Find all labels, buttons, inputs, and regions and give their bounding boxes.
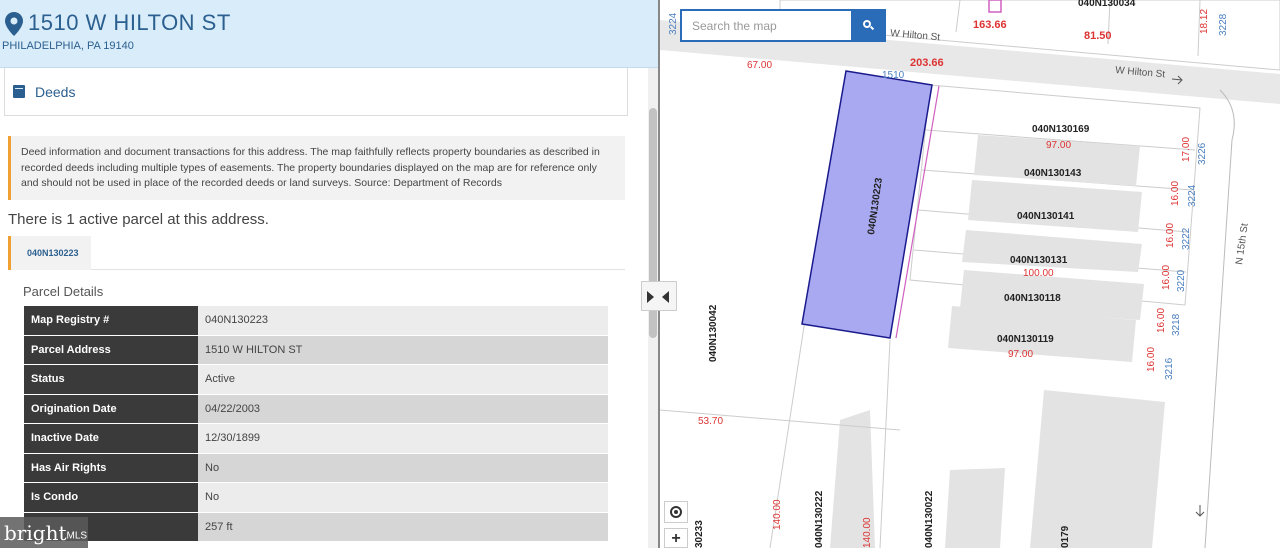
house-number: 3220 xyxy=(1176,269,1187,292)
arrow-right-icon xyxy=(647,291,654,303)
map-label-parcel: 040N130169 xyxy=(1032,124,1090,135)
map-label-parcel: 040N130141 xyxy=(1017,211,1075,222)
map-dimension: 67.00 xyxy=(747,60,772,71)
detail-row: Is Condo No xyxy=(24,483,608,512)
map-dimension: 16.00 xyxy=(1165,223,1176,248)
map-dimension: 140.00 xyxy=(772,499,783,530)
map-canvas[interactable]: 040N130223 040N130169 040N130143 040N130… xyxy=(660,0,1280,548)
arrow-down-icon xyxy=(1195,505,1205,517)
house-number: 3218 xyxy=(1171,313,1182,336)
map-label-parcel: 040N130042 xyxy=(708,304,719,362)
map-dimension: 140.00 xyxy=(862,517,873,548)
detail-key: Status xyxy=(24,365,198,394)
arrow-left-icon xyxy=(662,291,669,303)
map-label-parcel: 040N130034 xyxy=(1078,0,1136,9)
detail-row: Has Air Rights No xyxy=(24,453,608,482)
street-edge-15th xyxy=(1204,89,1235,548)
parcel-map[interactable]: 040N130223 040N130169 040N130143 040N130… xyxy=(660,0,1280,548)
detail-key: Is Condo xyxy=(24,483,198,512)
building xyxy=(968,180,1142,232)
detail-key: Parcel Address xyxy=(24,335,198,364)
deeds-label: Deeds xyxy=(35,84,76,100)
deed-info-notice: Deed information and document transactio… xyxy=(8,136,625,200)
parcel-details-table: Map Registry #040N130223 Parcel Address 15… xyxy=(24,305,608,542)
detail-key: Inactive Date xyxy=(24,424,198,453)
detail-key: Has Air Rights xyxy=(24,453,198,482)
address-title: 1510 W HILTON ST xyxy=(28,10,231,35)
map-dimension: 97.00 xyxy=(1046,140,1071,151)
map-dimension: 16.00 xyxy=(1146,347,1157,372)
detail-row: 257 ft xyxy=(24,512,608,541)
zoom-in-button[interactable]: + xyxy=(664,528,688,548)
building xyxy=(945,468,1005,548)
map-label-parcel: 040N130131 xyxy=(1010,255,1068,266)
street-label: N 15th St xyxy=(1234,222,1251,265)
map-label-parcel: 30233 xyxy=(694,520,705,548)
parcel-tabs: 040N130223 xyxy=(8,236,625,270)
watermark-suffix: MLS xyxy=(66,530,88,542)
detail-value: 04/22/2003 xyxy=(198,394,608,423)
search-button[interactable] xyxy=(851,11,884,40)
map-dimension: 97.00 xyxy=(1008,349,1033,360)
deeds-section-header[interactable]: Deeds xyxy=(4,68,628,116)
detail-value: 12/30/1899 xyxy=(198,424,608,453)
house-number: 3224 xyxy=(668,12,679,35)
address-header: 1510 W HILTON ST PHILADELPHIA, PA 19140 xyxy=(0,0,658,68)
house-number: 3224 xyxy=(1187,184,1198,207)
property-panel: 1510 W HILTON ST PHILADELPHIA, PA 19140 … xyxy=(0,0,658,548)
detail-key: Map Registry # xyxy=(24,306,198,335)
brightmls-watermark: brightMLS xyxy=(0,517,88,548)
map-pin-icon xyxy=(5,12,23,36)
map-label-parcel: 040N130119 xyxy=(997,334,1054,345)
detail-value: 040N130223 xyxy=(198,306,608,335)
map-dimension: 16.00 xyxy=(1156,308,1167,333)
map-label-parcel: 040N130022 xyxy=(924,490,935,548)
watermark-brand: bright xyxy=(4,521,67,545)
detail-value: 257 ft xyxy=(198,512,608,541)
detail-row: Status Active xyxy=(24,365,608,394)
selected-parcel[interactable] xyxy=(801,70,933,339)
map-dimension: 163.66 xyxy=(973,19,1007,31)
detail-value: No xyxy=(198,483,608,512)
search-input[interactable] xyxy=(682,11,851,40)
detail-value: Active xyxy=(198,365,608,394)
map-dimension: 16.00 xyxy=(1161,265,1172,290)
house-number: 3226 xyxy=(1197,142,1208,165)
building xyxy=(1030,390,1165,548)
map-label-parcel: 040N130118 xyxy=(1004,293,1061,304)
map-label-parcel: 040N130143 xyxy=(1024,168,1082,179)
detail-row: Inactive Date 12/30/1899 xyxy=(24,424,608,453)
tab-parcel-040N130223[interactable]: 040N130223 xyxy=(8,236,91,270)
address-subtitle: PHILADELPHIA, PA 19140 xyxy=(2,40,134,52)
map-label-parcel: 040N130222 xyxy=(814,490,825,548)
map-dimension: 81.50 xyxy=(1084,30,1112,42)
parcel-details-title: Parcel Details xyxy=(23,284,104,299)
map-dimension: 17.00 xyxy=(1181,137,1192,162)
detail-row: Origination Date 04/22/2003 xyxy=(24,394,608,423)
locate-button[interactable] xyxy=(664,501,688,523)
map-dimension: 203.66 xyxy=(910,57,944,69)
detail-row: Map Registry #040N130223 xyxy=(24,306,608,335)
book-icon xyxy=(13,85,25,98)
map-dimension: 16.00 xyxy=(1170,181,1181,206)
lot-line xyxy=(879,339,891,548)
house-number: 3216 xyxy=(1164,357,1175,380)
house-number: 3222 xyxy=(1181,227,1192,250)
map-dimension: 18.12 xyxy=(1199,9,1210,34)
map-search xyxy=(680,9,886,42)
house-number: 3228 xyxy=(1218,13,1229,36)
detail-row: Parcel Address 1510 W HILTON ST xyxy=(24,335,608,364)
map-dimension: 53.70 xyxy=(698,416,723,427)
active-parcels-count: There is 1 active parcel at this address… xyxy=(8,211,269,228)
panel-toggle[interactable] xyxy=(641,281,677,311)
detail-key: Origination Date xyxy=(24,394,198,423)
detail-value: No xyxy=(198,453,608,482)
detail-value: 1510 W HILTON ST xyxy=(198,335,608,364)
map-dimension: 100.00 xyxy=(1023,268,1054,279)
map-label-parcel: 0179 xyxy=(1060,525,1071,548)
house-number: 1510 xyxy=(882,70,905,81)
